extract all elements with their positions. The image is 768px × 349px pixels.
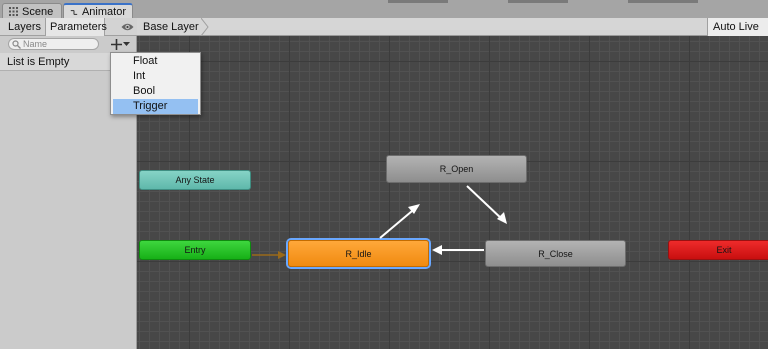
parameter-type-menu: Float Int Bool Trigger xyxy=(110,52,201,115)
tab-animator-label: Animator xyxy=(81,6,126,18)
state-exit[interactable]: Exit xyxy=(668,240,768,260)
panel-subtabs: Layers Parameters xyxy=(0,18,137,36)
breadcrumb[interactable]: Base Layer xyxy=(137,18,205,36)
search-row: Name xyxy=(0,36,137,53)
search-icon xyxy=(12,40,21,49)
state-any-state[interactable]: Any State xyxy=(139,170,251,190)
auto-live-link-toggle[interactable]: Auto Live Li xyxy=(707,18,768,51)
menu-item-trigger[interactable]: Trigger xyxy=(113,99,198,114)
grid-icon xyxy=(9,7,18,16)
tab-scene[interactable]: Scene xyxy=(2,3,62,18)
search-placeholder: Name xyxy=(23,39,48,49)
tab-parameters[interactable]: Parameters xyxy=(45,18,107,36)
breadcrumb-separator-icon xyxy=(201,18,209,36)
empty-list-label: List is Empty xyxy=(7,56,70,68)
tab-animator[interactable]: Animator xyxy=(63,3,133,18)
menu-item-int[interactable]: Int xyxy=(111,69,200,84)
animator-icon xyxy=(70,9,78,15)
menu-item-bool[interactable]: Bool xyxy=(111,84,200,99)
state-r-close[interactable]: R_Close xyxy=(485,240,626,267)
state-r-idle[interactable]: R_Idle xyxy=(288,240,429,267)
plus-icon xyxy=(111,39,122,50)
eye-icon[interactable] xyxy=(121,21,134,33)
tab-layers[interactable]: Layers xyxy=(4,18,45,36)
search-input[interactable]: Name xyxy=(8,38,99,50)
top-right-edge xyxy=(368,0,768,3)
menu-item-float[interactable]: Float xyxy=(111,54,200,69)
add-parameter-button[interactable] xyxy=(110,37,136,52)
tab-scene-label: Scene xyxy=(22,5,54,18)
state-machine-graph[interactable]: Any State Entry R_Idle R_Open R_Close Ex… xyxy=(137,36,768,349)
state-r-open[interactable]: R_Open xyxy=(386,155,527,183)
chevron-down-icon xyxy=(123,42,130,46)
state-entry[interactable]: Entry xyxy=(139,240,251,260)
graph-toolbar: Base Layer Auto Live Li xyxy=(137,18,768,51)
